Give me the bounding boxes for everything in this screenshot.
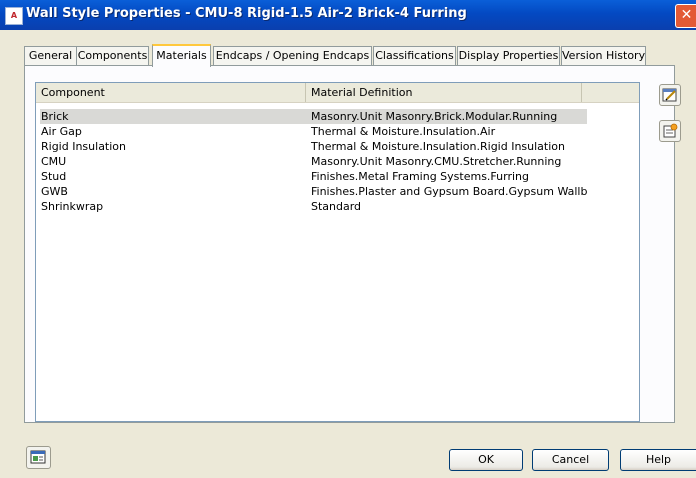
- component-cell: CMU: [41, 155, 67, 168]
- add-material-icon: [663, 123, 678, 138]
- table-row[interactable]: Brick Masonry.Unit Masonry.Brick.Modular…: [36, 109, 639, 124]
- table-row[interactable]: Stud Finishes.Metal Framing Systems.Furr…: [36, 169, 639, 184]
- ok-button[interactable]: OK: [449, 449, 523, 471]
- component-cell: Brick: [40, 109, 307, 124]
- add-material-button[interactable]: [659, 120, 681, 142]
- component-cell: Shrinkwrap: [41, 200, 104, 213]
- cancel-button[interactable]: Cancel: [532, 449, 609, 471]
- tab-display-properties[interactable]: Display Properties: [457, 46, 560, 65]
- material-cell[interactable]: Standard: [306, 199, 587, 214]
- tab-general[interactable]: General: [24, 46, 77, 65]
- tab-materials[interactable]: Materials: [152, 44, 211, 67]
- edit-material-icon: [662, 88, 677, 102]
- table-row[interactable]: Rigid Insulation Thermal & Moisture.Insu…: [36, 139, 639, 154]
- edit-material-button[interactable]: [659, 84, 681, 106]
- tab-endcaps[interactable]: Endcaps / Opening Endcaps: [213, 46, 372, 65]
- column-header-material-definition[interactable]: Material Definition: [306, 83, 582, 102]
- table-row[interactable]: Air Gap Thermal & Moisture.Insulation.Ai…: [36, 124, 639, 139]
- title-bar: A Wall Style Properties - CMU-8 Rigid-1.…: [0, 0, 696, 30]
- component-cell: Air Gap: [41, 125, 82, 138]
- tab-classifications[interactable]: Classifications: [373, 46, 456, 65]
- material-cell[interactable]: Finishes.Plaster and Gypsum Board.Gypsum…: [306, 184, 587, 199]
- table-row[interactable]: CMU Masonry.Unit Masonry.CMU.Stretcher.R…: [36, 154, 639, 169]
- column-header-component[interactable]: Component: [36, 83, 306, 102]
- material-cell[interactable]: Masonry.Unit Masonry.Brick.Modular.Runni…: [306, 109, 587, 124]
- list-header: Component Material Definition: [36, 83, 639, 103]
- material-cell[interactable]: Masonry.Unit Masonry.CMU.Stretcher.Runni…: [306, 154, 587, 169]
- table-row[interactable]: GWB Finishes.Plaster and Gypsum Board.Gy…: [36, 184, 639, 199]
- component-cell: GWB: [41, 185, 68, 198]
- app-icon: A: [5, 7, 23, 25]
- window-title: Wall Style Properties - CMU-8 Rigid-1.5 …: [26, 6, 467, 21]
- component-cell: Stud: [41, 170, 67, 183]
- materials-list[interactable]: Component Material Definition Brick Maso…: [35, 82, 640, 422]
- style-browser-button[interactable]: [26, 446, 51, 469]
- style-browser-icon: [30, 450, 46, 464]
- help-button[interactable]: Help: [620, 449, 696, 471]
- tab-components[interactable]: Components: [76, 46, 149, 65]
- close-button[interactable]: ✕: [675, 4, 696, 28]
- component-cell: Rigid Insulation: [41, 140, 127, 153]
- material-cell[interactable]: Thermal & Moisture.Insulation.Air: [306, 124, 587, 139]
- material-cell[interactable]: Thermal & Moisture.Insulation.Rigid Insu…: [306, 139, 587, 154]
- table-row[interactable]: Shrinkwrap Standard: [36, 199, 639, 214]
- material-cell[interactable]: Finishes.Metal Framing Systems.Furring: [306, 169, 587, 184]
- tab-version-history[interactable]: Version History: [561, 46, 646, 65]
